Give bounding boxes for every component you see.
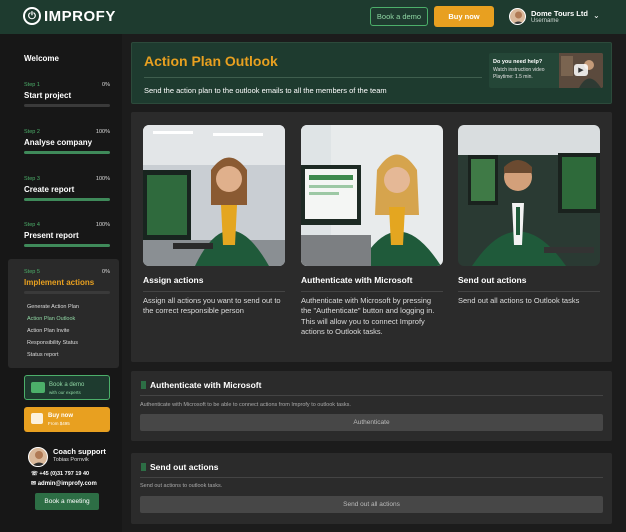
video-camera-icon [31,382,45,393]
buy-sublabel: From $495 [48,421,70,426]
sidebar-buy-now-button[interactable]: Buy now From $495 [24,407,110,432]
power-icon: ⏻ [23,7,41,25]
card-title-send: Send out actions [458,275,527,285]
user-role: Username [531,18,559,24]
bookmark-icon [141,463,146,471]
step-percent: 100% [95,176,110,182]
steps-cards-panel: Assign actions Assign all actions you wa… [131,112,612,362]
authenticate-button[interactable]: Authenticate [140,414,603,431]
sidebar: Welcome Step 1 0% Start project Step 2 1… [0,34,122,532]
demo-label: Book a demo [49,382,85,388]
buy-label: Buy now [48,413,73,419]
sidebar-book-demo-button[interactable]: Book a demo with our experts [24,375,110,400]
logo-text: IMPROFY [44,7,116,25]
coach-email[interactable]: ✉ admin@improfy.com [31,480,97,487]
card-image-authenticate [301,125,443,266]
play-icon[interactable]: ▶ [574,64,588,76]
card-text-authenticate: Authenticate with Microsoft by pressing … [301,296,435,336]
step-percent: 100% [95,129,110,135]
coach-email-text: admin@improfy.com [37,481,97,487]
send-out-all-actions-button[interactable]: Send out all actions [140,496,603,513]
sidebar-step-1[interactable]: Step 1 0% Start project [24,82,110,107]
page-title: Action Plan Outlook [144,53,278,69]
section-description: Send out actions to outlook tasks. [140,483,223,489]
step-title: Present report [24,231,79,240]
help-title: Do you need help? [493,59,543,65]
divider [143,291,285,292]
card-text-assign: Assign all actions you want to send out … [143,296,281,316]
substep-action-plan-invite[interactable]: Action Plan Invite [27,328,70,334]
card-image-send [458,125,600,266]
send-actions-section: Send out actions Send out actions to out… [131,453,612,524]
divider [144,77,482,78]
logo[interactable]: ⏻ IMPROFY [23,7,116,25]
page-description: Send the action plan to the outlook emai… [144,86,387,95]
step-progress-bar [24,244,110,247]
coach-phone-text: +45 (0)31 797 19 40 [39,471,90,477]
sidebar-step-3[interactable]: Step 3 100% Create report [24,176,110,201]
divider [140,477,603,478]
step-percent: 100% [95,222,110,228]
chevron-down-icon[interactable]: ⌄ [593,11,600,20]
step-title: Create report [24,185,75,194]
coach-name: Tobias Pornvik [53,457,89,463]
sidebar-welcome: Welcome [24,54,59,63]
user-avatar[interactable] [509,8,526,25]
top-bar: ⏻ IMPROFY Book a demo Buy now Dome Tours… [0,0,626,34]
sidebar-step-5[interactable]: Step 5 0% Implement actions [24,269,110,294]
book-meeting-button[interactable]: Book a meeting [35,493,99,510]
mail-icon: ✉ [31,481,38,487]
step-progress-bar [24,291,110,294]
divider [140,395,603,396]
demo-sublabel: with our experts [49,390,81,395]
card-text-send: Send out all actions to Outlook tasks [458,296,580,305]
step-progress-bar [24,151,110,154]
user-name[interactable]: Dome Tours Ltd [531,9,588,18]
divider [301,291,443,292]
coach-support-title: Coach support [53,447,106,456]
book-demo-button[interactable]: Book a demo [370,7,428,26]
substep-status-report[interactable]: Status report [27,352,59,358]
step-percent: 0% [102,269,110,275]
sidebar-step-2[interactable]: Step 2 100% Analyse company [24,129,110,154]
step-number: Step 1 [24,82,40,88]
step-title: Start project [24,91,72,100]
divider [458,291,600,292]
substep-generate-action-plan[interactable]: Generate Action Plan [27,304,79,310]
section-title: Authenticate with Microsoft [150,380,262,390]
card-title-assign: Assign actions [143,275,204,285]
substep-action-plan-outlook[interactable]: Action Plan Outlook [27,316,75,322]
page-header-panel: Action Plan Outlook Send the action plan… [131,42,612,104]
buy-now-button[interactable]: Buy now [434,6,494,27]
substep-responsibility-status[interactable]: Responsibility Status [27,340,78,346]
help-subtitle: Watch instruction video [493,67,545,73]
authenticate-section: Authenticate with Microsoft Authenticate… [131,371,612,441]
section-title: Send out actions [150,462,219,472]
step-progress-bar [24,104,110,107]
step-title: Analyse company [24,138,93,147]
card-title-authenticate: Authenticate with Microsoft [301,275,413,285]
step-number: Step 5 [24,269,40,275]
coach-phone[interactable]: ☏ +45 (0)31 797 19 40 [31,471,89,477]
cart-icon [31,413,43,424]
card-image-assign [143,125,285,266]
step-title: Implement actions [24,278,95,287]
help-video-card[interactable]: Do you need help? Watch instruction vide… [489,53,603,88]
sidebar-step-4[interactable]: Step 4 100% Present report [24,222,110,247]
section-description: Authenticate with Microsoft to be able t… [140,402,351,408]
help-playtime: Playtime: 1.5 min. [493,74,533,80]
step-progress-bar [24,198,110,201]
bookmark-icon [141,381,146,389]
step-percent: 0% [102,82,110,88]
coach-avatar [28,447,48,467]
